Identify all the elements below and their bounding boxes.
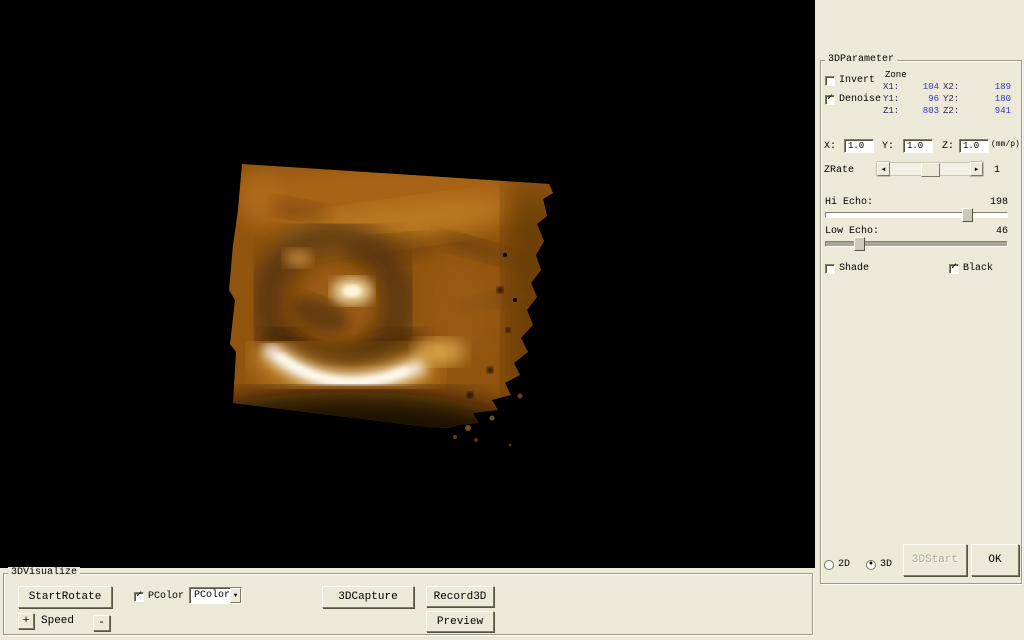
zone-z2-value: 941 [994,106,1011,116]
low-echo-value: 46 [995,226,1008,237]
hi-echo-label: Hi Echo: [825,197,874,208]
mode-2d-radio-circle[interactable] [824,559,834,570]
zone-y1-label: Y1: [883,94,900,104]
x-scale-input[interactable]: 1.0 [844,139,874,153]
denoise-checkbox[interactable]: ✓ Denoise [825,94,881,105]
pcolor-dropdown[interactable]: PColor ▼ [189,587,242,604]
black-checkbox[interactable]: ✓ Black [949,263,993,274]
z-scale-label: Z: [942,141,955,152]
x-scale-label: X: [824,141,837,152]
invert-label: Invert [839,75,876,86]
y-scale-input[interactable]: 1.0 [903,139,933,153]
y-scale-label: Y: [882,141,895,152]
scroll-right-icon: ► [974,165,979,173]
invert-checkbox[interactable]: Invert [825,75,875,86]
record3d-button[interactable]: Record3D [426,586,494,607]
parameter-groupbox: 3DParameter Invert ✓ Denoise Zone X1: 10… [820,54,1022,584]
zrate-scroll-thumb[interactable] [921,163,940,177]
black-label: Black [963,263,994,274]
zone-x1-value: 104 [922,82,939,92]
visualize-groupbox: 3DVisualize StartRotate ✓ PColor PColor … [3,567,813,635]
zone-x1-label: X1: [883,82,900,92]
denoise-checkbox-box[interactable]: ✓ [825,93,835,105]
speed-label: Speed [41,615,75,627]
denoise-label: Denoise [839,94,882,105]
zone-y2-label: Y2: [943,94,960,104]
zone-label: Zone [885,70,907,80]
ok-button[interactable]: OK [971,544,1019,576]
check-icon: ✓ [135,590,143,601]
zone-y2-value: 180 [994,94,1011,104]
mode-2d-label: 2D [838,559,851,570]
shade-checkbox[interactable]: Shade [825,263,869,274]
mode-2d-radio[interactable]: 2D [824,559,850,570]
low-echo-slider-track[interactable] [825,241,1008,247]
mode-3d-radio-circle[interactable]: ● [866,559,876,570]
3d-render-viewport[interactable] [0,0,815,568]
visualize-group-title: 3DVisualize [8,567,81,579]
low-echo-label: Low Echo: [825,226,880,237]
x-scale-value: 1.0 [848,141,865,151]
check-icon: ✓ [826,93,834,104]
zrate-scroll-left-button[interactable]: ◄ [877,162,890,176]
parameter-panel: 3DParameter Invert ✓ Denoise Zone X1: 10… [815,0,1024,640]
zone-z1-label: Z1: [883,106,900,116]
pcolor-dropdown-value: PColor [194,590,231,601]
zone-z2-label: Z2: [943,106,960,116]
low-echo-slider-thumb[interactable] [854,237,865,251]
3dcapture-button[interactable]: 3DCapture [322,586,414,608]
zone-x2-value: 189 [994,82,1011,92]
zrate-scrollbar[interactable]: ◄ ► [877,162,983,177]
invert-checkbox-box[interactable] [825,75,835,86]
shade-checkbox-box[interactable] [825,263,835,274]
app-window: 3DParameter Invert ✓ Denoise Zone X1: 10… [0,0,1024,640]
visualize-panel: 3DVisualize StartRotate ✓ PColor PColor … [0,567,815,640]
black-checkbox-box[interactable]: ✓ [949,262,959,274]
hi-echo-slider-thumb[interactable] [962,208,973,222]
hi-echo-slider-track[interactable] [825,212,1008,218]
z-scale-input[interactable]: 1.0 [959,139,989,153]
zone-x2-label: X2: [943,82,960,92]
speed-minus-button[interactable]: - [93,615,110,631]
z-scale-value: 1.0 [963,141,980,151]
zone-y1-value: 96 [928,94,939,104]
speed-plus-button[interactable]: + [18,613,34,629]
pcolor-label: PColor [148,591,185,602]
chevron-down-icon: ▼ [233,592,238,599]
ultrasound-volume-render [0,0,815,568]
mode-3d-label: 3D [880,559,893,570]
y-scale-value: 1.0 [907,141,924,151]
pcolor-dropdown-button[interactable]: ▼ [230,588,241,603]
radio-dot-icon: ● [868,559,874,568]
check-icon: ✓ [950,262,958,273]
scroll-left-icon: ◄ [881,165,886,173]
parameter-group-title: 3DParameter [825,54,898,66]
zrate-scroll-right-button[interactable]: ► [970,162,983,176]
pcolor-checkbox[interactable]: ✓ PColor [134,591,184,602]
zrate-label: ZRate [824,165,855,176]
zone-values: X1: 104 X2: 189 Y1: 96 Y2: 180 Z1: 803 Z… [883,82,1015,118]
scale-unit-label: (mm/p) [991,140,1020,149]
hi-echo-value: 198 [989,197,1008,208]
pcolor-checkbox-box[interactable]: ✓ [134,590,144,602]
shade-label: Shade [839,263,870,274]
start-rotate-button[interactable]: StartRotate [18,586,112,608]
zone-z1-value: 803 [922,106,939,116]
zrate-scroll-track[interactable] [890,162,970,177]
preview-button[interactable]: Preview [426,611,494,632]
3dstart-button[interactable]: 3DStart [903,544,967,576]
mode-3d-radio[interactable]: ● 3D [866,559,892,570]
zrate-value: 1 [994,165,1001,176]
